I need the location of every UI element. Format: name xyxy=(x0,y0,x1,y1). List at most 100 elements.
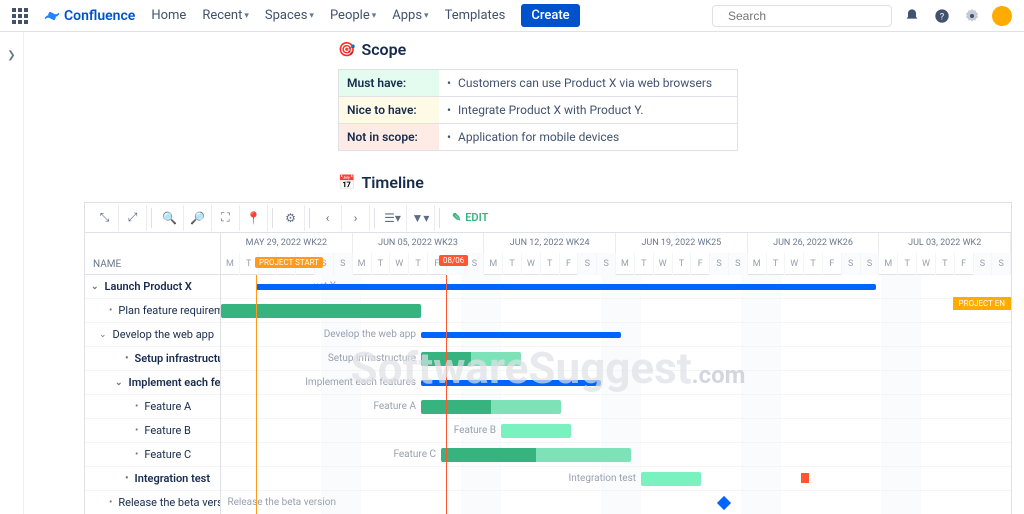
day-header: T xyxy=(541,253,560,275)
day-header: S xyxy=(710,253,729,275)
day-header: S xyxy=(992,253,1011,275)
chart-row: uct X xyxy=(221,275,1011,299)
timeline-title: Timeline xyxy=(361,173,423,192)
bullet-icon: • xyxy=(135,449,138,460)
app-name: Confluence xyxy=(64,8,135,24)
nav-recent[interactable]: Recent▾ xyxy=(202,8,249,23)
gantt-bar[interactable] xyxy=(221,304,421,318)
gantt-bar[interactable] xyxy=(641,472,701,486)
expand-all-button[interactable]: ⤢ xyxy=(119,205,147,231)
task-row[interactable]: •Feature A xyxy=(85,395,220,419)
app-switcher-icon[interactable] xyxy=(12,8,28,24)
help-icon[interactable]: ? xyxy=(932,6,952,26)
task-row[interactable]: •Release the beta version xyxy=(85,491,220,514)
user-avatar[interactable] xyxy=(992,6,1012,26)
create-button[interactable]: Create xyxy=(521,4,579,27)
day-header: W xyxy=(917,253,936,275)
svg-text:?: ? xyxy=(940,11,945,22)
gantt-bar[interactable] xyxy=(421,380,601,386)
task-name: Integration test xyxy=(135,472,210,485)
day-header: W xyxy=(522,253,541,275)
task-name-column: NAME ⌄Launch Product X•Plan feature requ… xyxy=(85,233,221,514)
settings-icon[interactable] xyxy=(962,6,982,26)
goto-button[interactable]: 📍 xyxy=(240,205,268,231)
gantt-timeline[interactable]: MAY 29, 2022 WK22JUN 05, 2022 WK23JUN 12… xyxy=(221,233,1011,514)
day-header: F xyxy=(428,253,447,275)
day-header: S xyxy=(334,253,353,275)
confluence-logo[interactable]: Confluence xyxy=(44,8,135,24)
collapse-all-button[interactable]: ⤡ xyxy=(91,205,119,231)
task-row[interactable]: •Setup infrastructure xyxy=(85,347,220,371)
gantt-bar[interactable] xyxy=(421,400,561,414)
search-box[interactable] xyxy=(712,5,892,27)
day-header: W xyxy=(785,253,804,275)
chevron-right-icon: ❯ xyxy=(7,50,15,61)
caret-icon[interactable]: ⌄ xyxy=(91,282,99,292)
chevron-down-icon: ▾ xyxy=(372,11,377,21)
day-header: W xyxy=(654,253,673,275)
task-row[interactable]: ⌄ Implement each features xyxy=(85,371,220,395)
day-header: W xyxy=(390,253,409,275)
scope-label-must: Must have: xyxy=(339,70,439,96)
nav-home[interactable]: Home xyxy=(151,8,186,23)
zoom-in-button[interactable]: 🔍 xyxy=(156,205,184,231)
task-row[interactable]: •Feature C xyxy=(85,443,220,467)
day-header: T xyxy=(635,253,654,275)
gantt-bar[interactable] xyxy=(441,448,631,462)
chevron-down-icon: ▾ xyxy=(309,11,314,21)
task-row[interactable]: ⌄Launch Product X xyxy=(85,275,220,299)
day-header: M xyxy=(748,253,767,275)
gantt-bar[interactable] xyxy=(421,352,521,366)
day-header: S xyxy=(578,253,597,275)
bullet-icon: • xyxy=(125,473,129,484)
gantt-chart: ⤡ ⤢ 🔍 🔎 ⛶ 📍 ⚙ ‹ › ☰▾ ▼▾ ✎ EDIT xyxy=(84,202,1012,514)
day-header: S xyxy=(861,253,880,275)
bullet-icon: • xyxy=(135,425,138,436)
scope-label-not: Not in scope: xyxy=(339,124,439,150)
caret-icon[interactable]: ⌄ xyxy=(99,330,107,340)
chart-row: Feature A xyxy=(221,395,1011,419)
chart-row: ments xyxy=(221,299,1011,323)
task-row[interactable]: •Plan feature requirements xyxy=(85,299,220,323)
week-header: JUL 03, 2022 WK2 xyxy=(879,233,1011,253)
task-row[interactable]: • Integration test xyxy=(85,467,220,491)
task-row[interactable]: ⌄Develop the web app xyxy=(85,323,220,347)
filter-button[interactable]: ▼▾ xyxy=(407,205,435,231)
day-header: F xyxy=(955,253,974,275)
chart-row: Feature C xyxy=(221,443,1011,467)
prev-button[interactable]: ‹ xyxy=(314,205,342,231)
task-name: Setup infrastructure xyxy=(135,352,220,365)
task-name: Implement each features xyxy=(129,376,220,389)
day-header: T xyxy=(936,253,955,275)
week-header: JUN 19, 2022 WK25 xyxy=(616,233,748,253)
gantt-bar[interactable] xyxy=(256,284,876,290)
day-header: M xyxy=(353,253,372,275)
notifications-icon[interactable] xyxy=(902,6,922,26)
caret-icon[interactable]: ⌄ xyxy=(115,378,123,388)
gantt-bar[interactable] xyxy=(501,424,571,438)
settings-button[interactable]: ⚙ xyxy=(277,205,305,231)
zoom-out-button[interactable]: 🔎 xyxy=(184,205,212,231)
day-header: S xyxy=(597,253,616,275)
fit-button[interactable]: ⛶ xyxy=(212,205,240,231)
day-header: T xyxy=(409,253,428,275)
day-header: S xyxy=(447,253,466,275)
scope-table: Must have:Customers can use Product X vi… xyxy=(338,69,738,151)
edit-button[interactable]: ✎ EDIT xyxy=(444,211,496,224)
list-button[interactable]: ☰▾ xyxy=(379,205,407,231)
gantt-bar[interactable] xyxy=(421,332,621,338)
nav-spaces[interactable]: Spaces▾ xyxy=(265,8,314,23)
day-header: M xyxy=(616,253,635,275)
task-row[interactable]: •Feature B xyxy=(85,419,220,443)
nav-people[interactable]: People▾ xyxy=(330,8,376,23)
bullet-icon: • xyxy=(109,305,112,316)
day-header: S xyxy=(466,253,485,275)
nav-templates[interactable]: Templates xyxy=(445,8,506,23)
expand-sidebar[interactable]: ❯ xyxy=(0,32,24,514)
search-input[interactable] xyxy=(728,9,883,23)
nav-apps[interactable]: Apps▾ xyxy=(392,8,428,23)
milestone-icon[interactable] xyxy=(717,496,731,510)
week-header: JUN 12, 2022 WK24 xyxy=(484,233,616,253)
next-button[interactable]: › xyxy=(342,205,370,231)
week-header: MAY 29, 2022 WK22 xyxy=(221,233,353,253)
